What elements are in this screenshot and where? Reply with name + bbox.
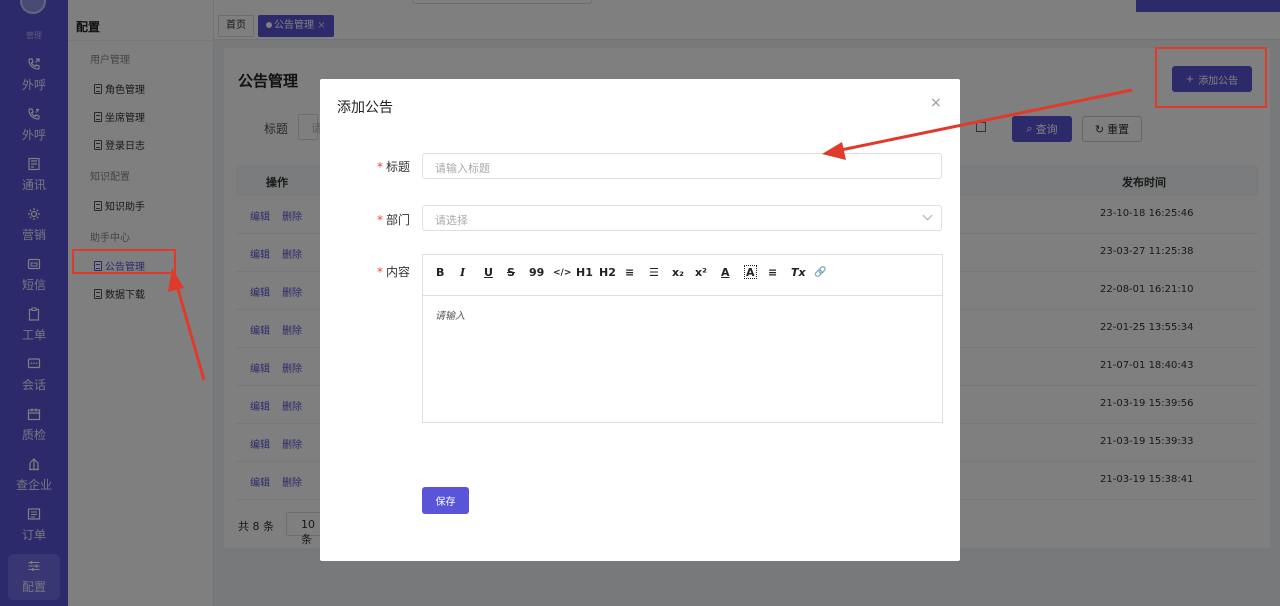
required-mark: * bbox=[376, 213, 383, 227]
strikethrough-icon[interactable]: S bbox=[507, 265, 515, 281]
save-button[interactable]: 保存 bbox=[422, 487, 469, 514]
superscript-icon[interactable]: x² bbox=[695, 265, 707, 281]
align-icon[interactable]: ≡ bbox=[768, 265, 777, 281]
subscript-icon[interactable]: x₂ bbox=[672, 265, 684, 281]
ordered-list-icon[interactable]: ≡ bbox=[625, 265, 634, 281]
title-field-label: * 标题 bbox=[376, 160, 410, 174]
bold-icon[interactable]: B bbox=[436, 265, 444, 281]
required-mark: * bbox=[376, 265, 383, 279]
clear-format-icon[interactable]: Tx bbox=[791, 265, 806, 281]
quote-icon[interactable]: 99 bbox=[529, 265, 544, 281]
add-announcement-dialog: 添加公告 × * 标题 请输入标题 * 部门 请选择 * 内容 B I U S 99 … bbox=[320, 79, 960, 561]
background-color-icon[interactable]: A bbox=[744, 265, 757, 279]
department-select[interactable]: 请选择 bbox=[422, 205, 942, 231]
link-icon[interactable]: 🔗 bbox=[814, 265, 826, 281]
title-input[interactable]: 请输入标题 bbox=[422, 153, 942, 179]
code-icon[interactable]: </> bbox=[553, 265, 571, 281]
bullet-list-icon[interactable]: ☰ bbox=[649, 265, 659, 281]
department-field-label: * 部门 bbox=[376, 213, 410, 227]
close-icon[interactable]: × bbox=[930, 95, 942, 111]
chevron-down-icon bbox=[922, 210, 933, 221]
font-color-icon[interactable]: A bbox=[721, 265, 730, 281]
italic-icon[interactable]: I bbox=[460, 265, 465, 281]
rich-text-editor: B I U S 99 </> H1 H2 ≡ ☰ x₂ x² A A ≡ Tx … bbox=[422, 254, 943, 423]
required-mark: * bbox=[376, 160, 383, 174]
annotation-box-menu bbox=[72, 249, 176, 274]
dialog-title: 添加公告 bbox=[337, 100, 393, 116]
editor-toolbar: B I U S 99 </> H1 H2 ≡ ☰ x₂ x² A A ≡ Tx … bbox=[423, 255, 942, 296]
annotation-box-add-button bbox=[1155, 47, 1267, 108]
heading-1-icon[interactable]: H1 bbox=[576, 265, 593, 281]
heading-2-icon[interactable]: H2 bbox=[599, 265, 616, 281]
underline-icon[interactable]: U bbox=[484, 265, 493, 281]
content-field-label: * 内容 bbox=[376, 265, 410, 279]
editor-placeholder[interactable]: 请输入 bbox=[435, 307, 465, 322]
